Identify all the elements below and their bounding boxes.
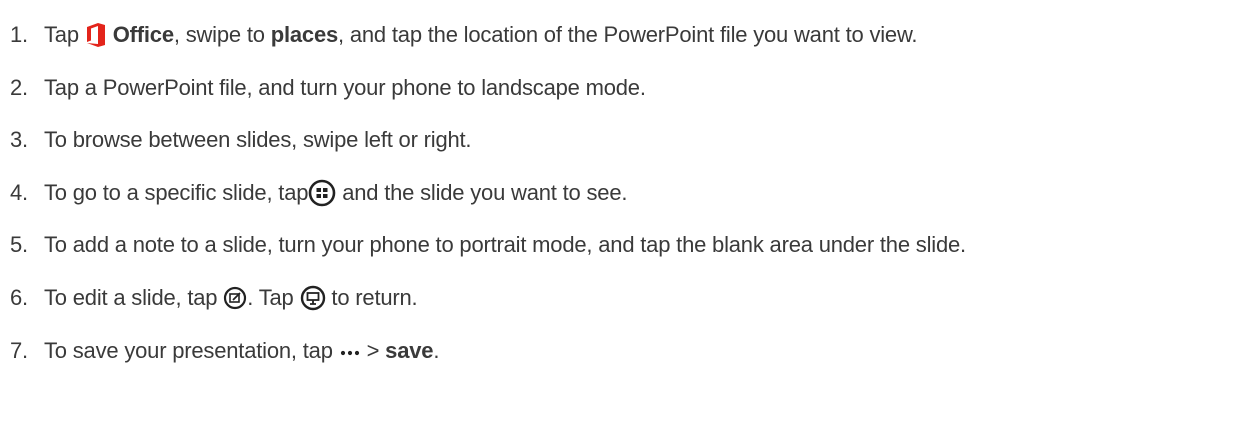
instruction-list: 1. Tap Office , swipe to places , and ta… bbox=[0, 0, 1255, 423]
list-item: 3. To browse between slides, swipe left … bbox=[10, 122, 472, 158]
step-text: To save your presentation, tap bbox=[44, 338, 333, 363]
step-number: 2. bbox=[10, 75, 28, 100]
office-logo-icon bbox=[85, 22, 107, 48]
step-text: and the slide you want to see. bbox=[342, 180, 628, 205]
presentation-view-icon bbox=[300, 285, 326, 311]
list-item: 6. To edit a slide, tap . Tap to return. bbox=[10, 280, 418, 316]
edit-icon bbox=[223, 286, 247, 310]
step-text: Tap bbox=[44, 22, 79, 47]
list-item: 7. To save your presentation, tap > save… bbox=[10, 333, 439, 369]
step-text: To edit a slide, tap bbox=[44, 285, 218, 310]
places-label: places bbox=[270, 22, 339, 47]
step-number: 5. bbox=[10, 232, 28, 257]
step-number: 4. bbox=[10, 180, 28, 205]
step-text: To add a note to a slide, turn your phon… bbox=[44, 232, 966, 257]
step-number: 6. bbox=[10, 285, 28, 310]
step-text: > bbox=[366, 338, 380, 363]
list-item: 5. To add a note to a slide, turn your p… bbox=[10, 227, 966, 263]
list-item: 2. Tap a PowerPoint file, and turn your … bbox=[10, 70, 646, 106]
step-text: , and tap the location of the PowerPoint… bbox=[338, 22, 918, 47]
step-text: to return. bbox=[331, 285, 418, 310]
step-number: 7. bbox=[10, 338, 28, 363]
step-text: . Tap bbox=[247, 285, 294, 310]
list-item: 1. Tap Office , swipe to places , and ta… bbox=[10, 17, 918, 53]
list-item: 4. To go to a specific slide, tap and th… bbox=[10, 175, 627, 211]
step-number: 1. bbox=[10, 22, 28, 47]
office-label: Office bbox=[112, 22, 174, 47]
step-text: Tap a PowerPoint file, and turn your pho… bbox=[44, 75, 646, 100]
step-number: 3. bbox=[10, 127, 28, 152]
step-text: To browse between slides, swipe left or … bbox=[44, 127, 472, 152]
step-text: , swipe to bbox=[173, 22, 265, 47]
more-ellipsis-icon bbox=[339, 345, 361, 357]
slide-thumbnails-icon bbox=[308, 179, 336, 207]
step-text: To go to a specific slide, tap bbox=[44, 180, 309, 205]
step-text: . bbox=[433, 338, 440, 363]
save-label: save bbox=[385, 338, 434, 363]
